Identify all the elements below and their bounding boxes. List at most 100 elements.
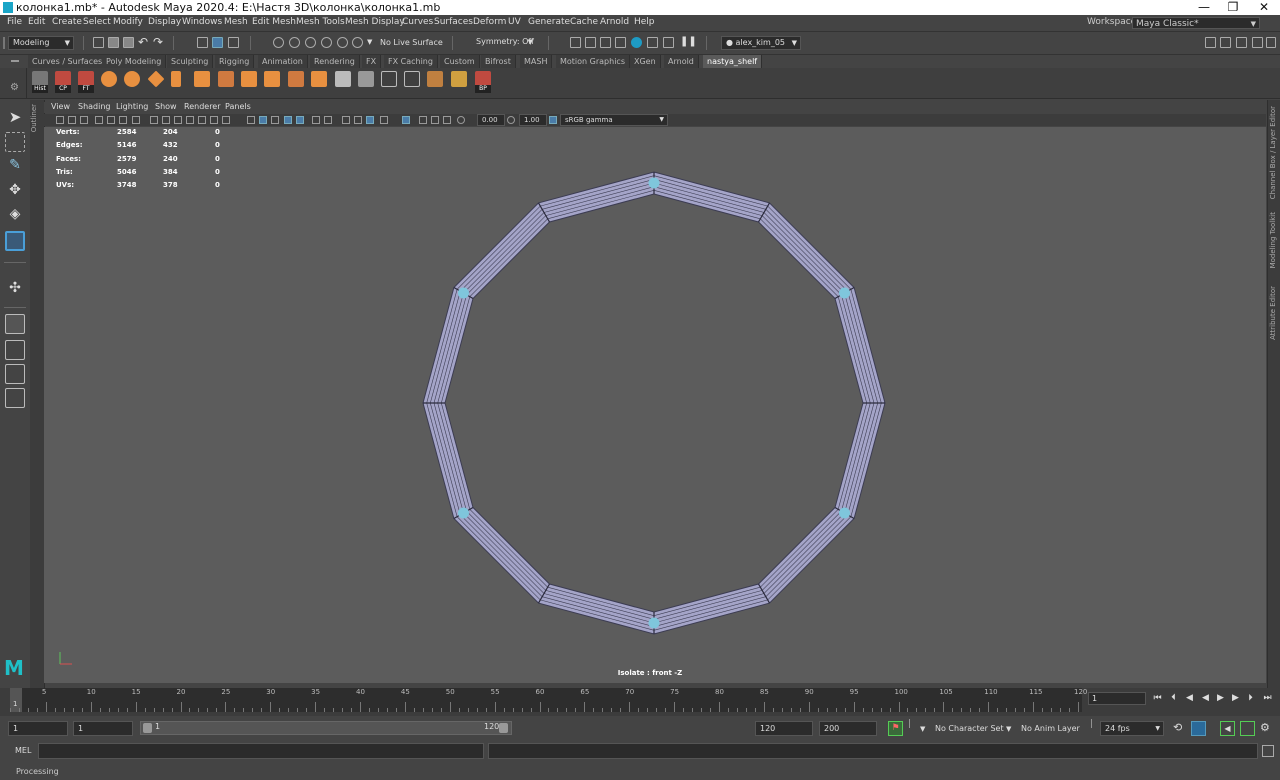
time-slider[interactable]: 1 5 10 15 20 25 30 35 40 45 50 55 60 65 70 75 80 85 90 95 1… — [10, 688, 1087, 712]
animation-end-field[interactable]: 200 — [819, 721, 877, 736]
range-end-handle[interactable] — [499, 723, 508, 733]
view-transform-dropdown[interactable]: sRGB gamma ▼ — [560, 114, 668, 126]
user-account-dropdown[interactable]: ● alex_kim_05 ▼ — [721, 36, 801, 50]
image-plane-icon[interactable] — [95, 116, 103, 124]
menu-mesh-display[interactable]: Mesh Display — [345, 17, 405, 27]
save-scene-icon[interactable] — [123, 37, 134, 48]
xray-icon[interactable] — [419, 116, 427, 124]
render-setup-icon[interactable] — [647, 37, 658, 48]
safe-title-icon[interactable] — [222, 116, 230, 124]
paint-select-icon[interactable]: ✎ — [5, 157, 25, 177]
playback-end-field[interactable]: 120 — [755, 721, 813, 736]
gamma-icon[interactable] — [507, 116, 515, 124]
anti-aliasing-icon[interactable] — [366, 116, 374, 124]
motion-blur-icon[interactable] — [354, 116, 362, 124]
four-view-layout-icon[interactable] — [5, 340, 25, 360]
layer-editor-icon[interactable] — [1266, 37, 1276, 48]
snap-curve-icon[interactable] — [289, 37, 300, 48]
poly-plane-icon[interactable] — [147, 70, 165, 88]
use-all-lights-icon[interactable] — [312, 116, 320, 124]
freeze-transform-button[interactable]: FT — [78, 71, 94, 93]
snap-surface-icon[interactable] — [337, 37, 348, 48]
isolate-select-icon[interactable] — [402, 116, 410, 124]
restore-button[interactable]: ❐ — [1219, 0, 1247, 15]
selected-vertex[interactable] — [648, 177, 660, 189]
gamma-field[interactable]: 1.00 — [519, 114, 547, 126]
mode-dropdown[interactable]: Modeling ▼ — [8, 36, 74, 50]
viewport[interactable] — [44, 127, 1266, 683]
cache-playback-icon[interactable] — [1191, 721, 1206, 736]
wireframe-on-shaded-icon[interactable] — [284, 116, 292, 124]
menu-edit-mesh[interactable]: Edit Mesh — [252, 17, 296, 27]
render-view-icon[interactable] — [570, 37, 581, 48]
lasso-tool-icon[interactable] — [5, 132, 25, 152]
mirror-icon[interactable] — [335, 71, 351, 87]
selected-vertex[interactable] — [648, 617, 660, 629]
menu-mesh-tools[interactable]: Mesh Tools — [296, 17, 345, 27]
separate-icon[interactable] — [241, 71, 257, 87]
light-editor-icon[interactable] — [663, 37, 674, 48]
poly-torus-icon[interactable] — [124, 71, 140, 87]
fps-dropdown[interactable]: 24 fps ▼ — [1100, 721, 1164, 736]
grip-handle[interactable] — [3, 37, 5, 49]
film-gate-icon[interactable] — [162, 116, 170, 124]
hypershade-icon[interactable] — [631, 37, 642, 48]
append-polygon-icon[interactable] — [404, 71, 420, 87]
close-button[interactable]: ✕ — [1250, 0, 1278, 15]
depth-of-field-icon[interactable] — [380, 116, 388, 124]
pause-icon[interactable]: ❚❚ — [680, 36, 697, 47]
tab-modeling-toolkit[interactable]: Modeling Toolkit — [1269, 212, 1277, 268]
loop-icon[interactable]: ⟲ — [1173, 721, 1182, 734]
auto-key-icon[interactable]: ⚑ — [888, 721, 903, 736]
single-view-layout-icon[interactable] — [5, 314, 25, 334]
tab-nastya-shelf[interactable]: nastya_shelf — [703, 55, 763, 68]
2d-pan-zoom-icon[interactable] — [107, 116, 115, 124]
live-surface-label[interactable]: No Live Surface — [380, 38, 443, 47]
script-editor-icon[interactable] — [1262, 745, 1274, 757]
field-chart-icon[interactable] — [198, 116, 206, 124]
current-frame-field[interactable]: 1 — [1088, 692, 1146, 705]
tab-curves-surfaces[interactable]: Curves / Surfaces — [28, 55, 108, 68]
character-set-label[interactable]: No Character Set — [935, 724, 1004, 733]
resolution-gate-icon[interactable] — [174, 116, 182, 124]
tab-fx[interactable]: FX — [362, 55, 382, 68]
snap-grid-icon[interactable] — [273, 37, 284, 48]
grid-icon[interactable] — [150, 116, 158, 124]
grease-pencil-icon[interactable] — [119, 116, 127, 124]
show-manipulator-icon[interactable]: ✣ — [5, 280, 25, 300]
selected-vertex[interactable] — [839, 287, 851, 299]
undo-icon[interactable]: ↶ — [138, 35, 148, 49]
attribute-editor-icon[interactable] — [1220, 37, 1231, 48]
tab-rendering[interactable]: Rendering — [310, 55, 360, 68]
scale-tool-icon[interactable] — [5, 231, 25, 251]
gate-mask-icon[interactable] — [186, 116, 194, 124]
tab-arnold[interactable]: Arnold — [664, 55, 699, 68]
menu-deform[interactable]: Deform — [473, 17, 506, 27]
channel-box-icon[interactable] — [1252, 37, 1263, 48]
step-back-frame-icon[interactable]: ◀ — [1184, 692, 1195, 704]
tab-xgen[interactable]: XGen — [630, 55, 661, 68]
bookmark-icon[interactable] — [80, 116, 88, 124]
menu-uv[interactable]: UV — [508, 17, 521, 27]
panel-menu-panels[interactable]: Panels — [225, 102, 251, 111]
tab-channel-box[interactable]: Channel Box / Layer Editor — [1269, 106, 1277, 199]
extrude-icon[interactable] — [264, 71, 280, 87]
go-to-end-icon[interactable]: ⏭ — [1262, 692, 1273, 704]
default-material-icon[interactable] — [271, 116, 279, 124]
shelf-menu-icon[interactable] — [11, 60, 19, 62]
poly-cube-icon[interactable] — [194, 71, 210, 87]
tab-sculpting[interactable]: Sculpting — [167, 55, 214, 68]
menu-surfaces[interactable]: Surfaces — [434, 17, 473, 27]
menu-help[interactable]: Help — [634, 17, 655, 27]
two-view-layout-icon[interactable] — [5, 364, 25, 384]
menu-file[interactable]: File — [7, 17, 22, 27]
history-button[interactable]: Hist — [32, 71, 48, 93]
screen-space-ao-icon[interactable] — [342, 116, 350, 124]
range-start-handle[interactable] — [143, 723, 152, 733]
shadows-icon[interactable] — [324, 116, 332, 124]
chevron-down-icon[interactable]: ▼ — [367, 38, 372, 46]
panel-menu-lighting[interactable]: Lighting — [116, 102, 148, 111]
poly-sphere-icon[interactable] — [101, 71, 117, 87]
chevron-down-icon[interactable]: ▼ — [1006, 725, 1011, 733]
tab-motion-graphics[interactable]: Motion Graphics — [556, 55, 630, 68]
